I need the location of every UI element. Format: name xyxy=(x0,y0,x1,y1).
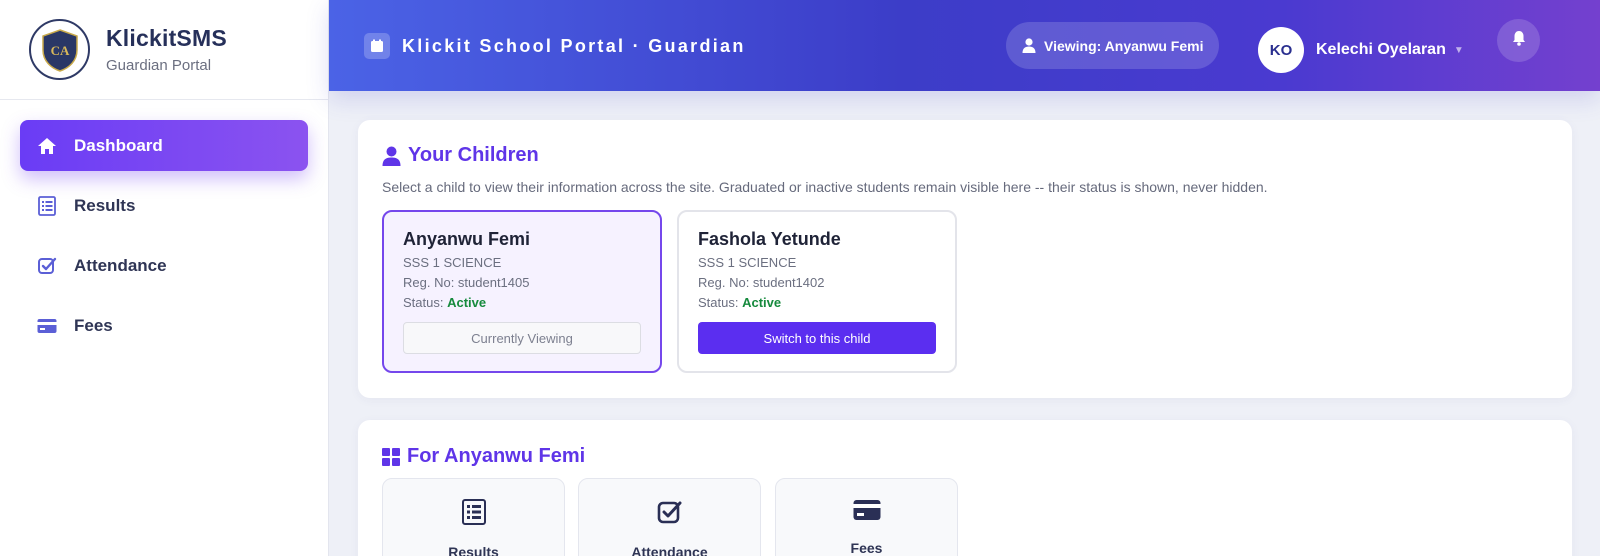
tile-label: Attendance xyxy=(631,544,708,556)
sidebar-nav: Dashboard Results Attendance Fees xyxy=(0,100,328,351)
user-icon xyxy=(1022,38,1036,53)
credit-card-icon xyxy=(36,315,58,337)
notifications-button[interactable] xyxy=(1497,19,1540,62)
portal-title: Klickit School Portal · Guardian xyxy=(364,33,746,59)
switch-child-button[interactable]: Switch to this child xyxy=(698,322,936,354)
child-card-fashola-yetunde[interactable]: Fashola Yetunde SSS 1 SCIENCE Reg. No: s… xyxy=(677,210,957,373)
list-icon xyxy=(36,195,58,217)
child-status-label: Status: xyxy=(698,295,743,310)
sidebar-item-dashboard[interactable]: Dashboard xyxy=(20,120,308,171)
tile-label: Fees xyxy=(850,540,883,556)
tile-label: Results xyxy=(448,544,499,556)
child-class: SSS 1 SCIENCE xyxy=(403,255,502,270)
child-name: Fashola Yetunde xyxy=(698,229,841,249)
grid-icon xyxy=(382,447,400,466)
brand-subtitle: Guardian Portal xyxy=(106,57,212,74)
brand-name: KlickitSMS xyxy=(106,25,227,51)
list-icon xyxy=(461,499,486,530)
tile-attendance[interactable]: Attendance xyxy=(578,478,761,556)
sidebar-item-label: Dashboard xyxy=(74,135,163,155)
child-card-anyanwu-femi[interactable]: Anyanwu Femi SSS 1 SCIENCE Reg. No: stud… xyxy=(382,210,662,373)
child-reg-no: Reg. No: student1405 xyxy=(403,275,530,290)
bell-icon xyxy=(1512,30,1526,51)
children-card: Your Children Select a child to view the… xyxy=(358,120,1572,398)
home-icon xyxy=(36,135,58,157)
sidebar-item-label: Results xyxy=(74,195,136,215)
children-description: Select a child to view their information… xyxy=(382,179,1268,195)
user-menu[interactable]: KO Kelechi Oyelaran ▼ xyxy=(1258,27,1464,73)
child-status: Status: Active xyxy=(698,295,936,310)
credit-card-icon xyxy=(853,499,881,526)
child-status-label: Status: xyxy=(403,295,448,310)
child-class: SSS 1 SCIENCE xyxy=(698,255,797,270)
check-square-icon xyxy=(657,499,683,530)
logo-text: CA xyxy=(50,43,69,58)
sidebar-item-fees[interactable]: Fees xyxy=(20,300,308,351)
status-badge: Active xyxy=(742,295,782,310)
child-status: Status: Active xyxy=(403,295,641,310)
sidebar-item-results[interactable]: Results xyxy=(20,180,308,231)
shortcuts-heading: For Anyanwu Femi xyxy=(382,445,585,468)
currently-viewing-button[interactable]: Currently Viewing xyxy=(403,322,641,354)
top-header: Klickit School Portal · Guardian Viewing… xyxy=(329,0,1600,91)
sidebar: CA KlickitSMS Guardian Portal Dashboard … xyxy=(0,0,329,556)
sidebar-item-label: Fees xyxy=(74,315,113,335)
user-icon xyxy=(382,146,401,166)
user-name: Kelechi Oyelaran xyxy=(1316,41,1446,58)
viewing-child-label: Viewing: Anyanwu Femi xyxy=(1044,37,1204,54)
shortcuts-heading-text: For Anyanwu Femi xyxy=(407,445,586,467)
children-heading-text: Your Children xyxy=(408,144,539,166)
brand[interactable]: CA KlickitSMS Guardian Portal xyxy=(0,0,328,100)
portal-title-text: Klickit School Portal · Guardian xyxy=(402,35,746,56)
child-shortcuts-card: For Anyanwu Femi Results Attendance Fees xyxy=(358,420,1572,556)
school-logo: CA xyxy=(29,19,90,80)
sidebar-item-attendance[interactable]: Attendance xyxy=(20,240,308,291)
status-badge: Active xyxy=(447,295,487,310)
calendar-icon xyxy=(364,33,390,59)
avatar: KO xyxy=(1258,27,1304,73)
tile-fees[interactable]: Fees xyxy=(775,478,958,556)
child-reg-no: Reg. No: student1402 xyxy=(698,275,825,290)
sidebar-item-label: Attendance xyxy=(74,255,167,275)
check-square-icon xyxy=(36,255,58,277)
chevron-down-icon: ▼ xyxy=(1453,44,1464,56)
children-heading: Your Children xyxy=(382,144,539,167)
tile-results[interactable]: Results xyxy=(382,478,565,556)
child-name: Anyanwu Femi xyxy=(403,229,531,249)
viewing-child-pill[interactable]: Viewing: Anyanwu Femi xyxy=(1006,22,1220,69)
